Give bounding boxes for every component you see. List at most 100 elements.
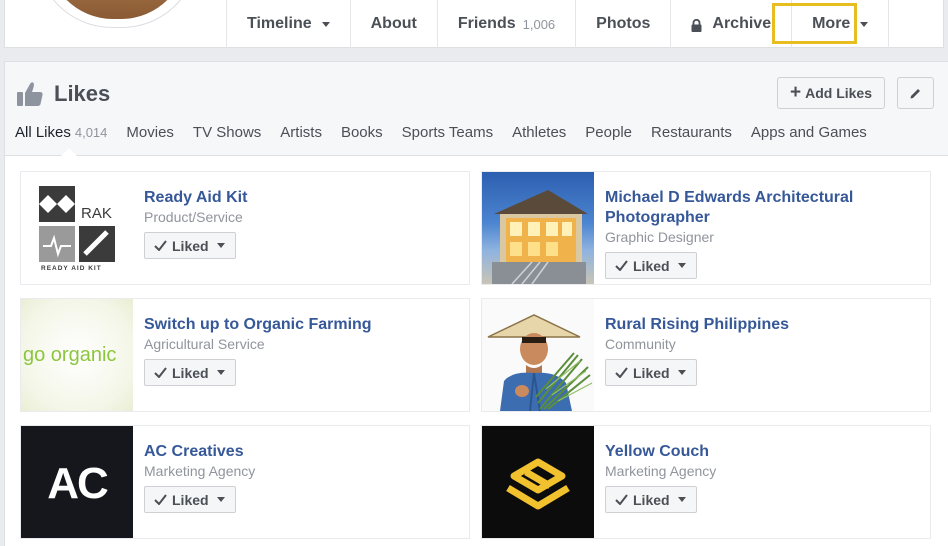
all-likes-count: 4,014	[74, 125, 108, 140]
ac-logo-text: AC	[47, 459, 108, 508]
tab-timeline[interactable]: Timeline	[226, 0, 350, 48]
liked-button[interactable]: Liked	[605, 359, 697, 386]
subtab-athletes[interactable]: Athletes	[512, 124, 566, 154]
liked-button[interactable]: Liked	[605, 252, 697, 279]
tab-label: Timeline	[247, 15, 312, 32]
subtab-books[interactable]: Books	[341, 124, 383, 154]
tab-more[interactable]: More	[791, 0, 890, 48]
likes-header: Likes + Add Likes All Likes 4,014 Movies …	[5, 62, 948, 156]
liked-button[interactable]: Liked	[144, 359, 236, 386]
farmer-illustration	[487, 314, 593, 411]
page-thumbnail[interactable]: RAK READY AID KIT	[21, 172, 133, 284]
page-category: Community	[605, 336, 676, 352]
likes-title: Likes	[54, 81, 111, 106]
subtab-sports-teams[interactable]: Sports Teams	[402, 124, 493, 154]
tab-label: Photos	[596, 15, 651, 32]
tab-archive[interactable]: Archive	[670, 0, 791, 48]
liked-label: Liked	[633, 364, 670, 381]
rak-logo: RAK READY AID KIT	[39, 186, 115, 272]
edit-button[interactable]	[897, 77, 934, 109]
page-category: Marketing Agency	[605, 463, 717, 479]
tab-photos[interactable]: Photos	[575, 0, 670, 48]
profile-nav-bar: Timeline About Friends 1,006 Photos Arch…	[0, 0, 948, 50]
yellow-couch-logo	[506, 458, 570, 510]
page-thumbnail[interactable]	[482, 299, 594, 411]
subtab-movies[interactable]: Movies	[126, 124, 174, 154]
item-info: Ready Aid Kit Product/Service Liked	[144, 188, 461, 259]
subtab-artists[interactable]: Artists	[280, 124, 322, 154]
item-info: Switch up to Organic Farming Agricultura…	[144, 315, 461, 386]
page-name-link[interactable]: Ready Aid Kit	[144, 188, 461, 208]
caret-down-icon	[216, 497, 225, 502]
page-name-link[interactable]: Rural Rising Philippines	[605, 315, 922, 335]
pencil-icon	[910, 88, 920, 98]
caret-down-icon	[216, 370, 225, 375]
page-thumbnail[interactable]: go organic	[21, 299, 133, 411]
tab-label: Friends	[457, 15, 516, 32]
page-category: Product/Service	[144, 209, 243, 225]
liked-button[interactable]: Liked	[144, 486, 236, 513]
item-info: Yellow Couch Marketing Agency Liked	[605, 442, 922, 513]
page-thumbnail[interactable]: AC	[21, 426, 133, 538]
subtab-tv-shows[interactable]: TV Shows	[193, 124, 261, 154]
add-likes-label: Add Likes	[805, 85, 872, 101]
liked-label: Liked	[172, 364, 209, 381]
caret-down-icon	[321, 21, 330, 27]
caret-down-icon	[677, 497, 686, 502]
page-name-link[interactable]: AC Creatives	[144, 442, 461, 462]
profile-page: Timeline About Friends 1,006 Photos Arch…	[0, 0, 948, 546]
page-category: Graphic Designer	[605, 229, 714, 245]
liked-label: Liked	[172, 237, 209, 254]
tab-label: About	[370, 15, 417, 32]
page-name-link[interactable]: Michael D Edwards Architectural Photogra…	[605, 188, 922, 228]
likes-subtabs: All Likes 4,014 Movies TV Shows Artists B…	[15, 124, 886, 156]
add-likes-button[interactable]: + Add Likes	[777, 77, 885, 109]
caret-down-icon	[860, 21, 869, 27]
like-item: AC AC Creatives Marketing Agency Liked	[20, 425, 470, 539]
page-category: Agricultural Service	[144, 336, 265, 352]
caret-down-icon	[677, 263, 686, 268]
tab-label: More	[812, 15, 851, 32]
caret-down-icon	[677, 370, 686, 375]
check-icon	[154, 240, 167, 251]
tab-friends[interactable]: Friends 1,006	[436, 0, 575, 48]
friends-count: 1,006	[522, 16, 556, 32]
go-organic-logo-text: go organic	[23, 344, 116, 366]
plus-icon: +	[789, 81, 802, 103]
subtab-restaurants[interactable]: Restaurants	[651, 124, 732, 154]
item-info: Rural Rising Philippines Community Liked	[605, 315, 922, 386]
thumbs-up-icon	[17, 82, 43, 106]
page-thumbnail[interactable]	[482, 172, 594, 284]
subtab-apps-and-games[interactable]: Apps and Games	[751, 124, 867, 154]
tab-about[interactable]: About	[349, 0, 437, 48]
page-name-link[interactable]: Switch up to Organic Farming	[144, 315, 461, 335]
check-icon	[154, 367, 167, 378]
check-icon	[615, 260, 628, 271]
like-item: RAK READY AID KIT Ready Aid Kit Product/…	[20, 171, 470, 285]
item-info: Michael D Edwards Architectural Photogra…	[605, 188, 922, 279]
page-thumbnail[interactable]	[482, 426, 594, 538]
go-organic-logo: go organic	[23, 344, 116, 366]
liked-label: Liked	[633, 491, 670, 508]
subtab-people[interactable]: People	[585, 124, 632, 154]
tab-label: Archive	[712, 15, 772, 32]
like-item: Rural Rising Philippines Community Liked	[481, 298, 931, 412]
page-category: Marketing Agency	[144, 463, 256, 479]
liked-button[interactable]: Liked	[144, 232, 236, 259]
check-icon	[154, 494, 167, 505]
lock-icon	[691, 18, 702, 32]
like-item: go organic Switch up to Organic Farming …	[20, 298, 470, 412]
liked-label: Liked	[633, 257, 670, 274]
caret-down-icon	[216, 243, 225, 248]
item-info: AC Creatives Marketing Agency Liked	[144, 442, 461, 513]
subtab-all-likes[interactable]: All Likes 4,014	[15, 124, 108, 156]
ac-creatives-logo: AC	[47, 459, 110, 508]
subtab-label: All Likes	[15, 124, 71, 141]
house-photo	[492, 190, 588, 284]
liked-label: Liked	[172, 491, 209, 508]
page-name-link[interactable]: Yellow Couch	[605, 442, 922, 462]
rak-logo-text: RAK	[81, 205, 112, 222]
rak-logo-subtext: READY AID KIT	[41, 265, 102, 272]
liked-button[interactable]: Liked	[605, 486, 697, 513]
like-item: Yellow Couch Marketing Agency Liked	[481, 425, 931, 539]
